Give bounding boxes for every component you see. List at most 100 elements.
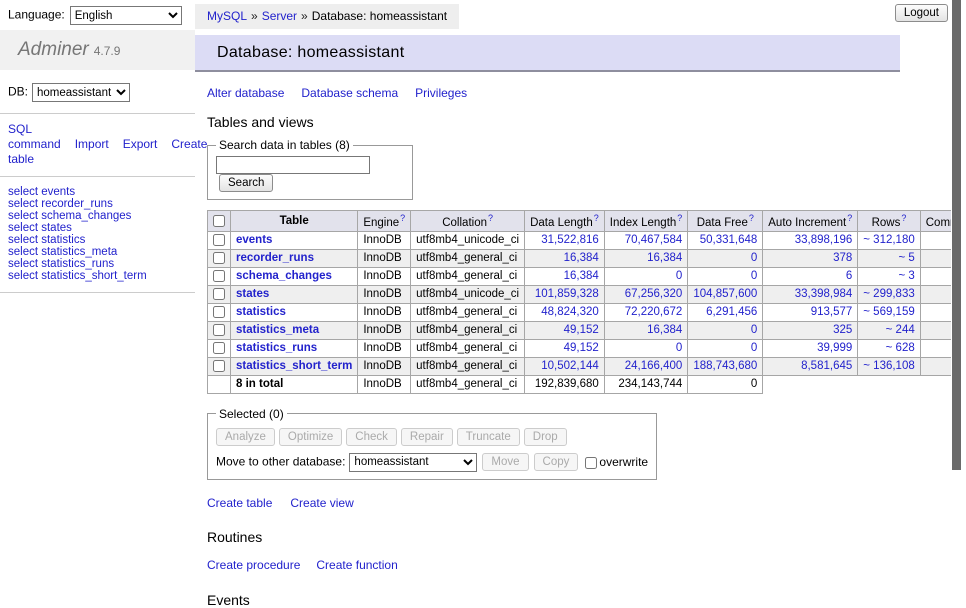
value-link[interactable]: ~ 3 <box>898 270 914 282</box>
optimize-button[interactable]: Optimize <box>279 428 342 446</box>
create-function-link[interactable]: Create function <box>316 558 397 572</box>
value-link[interactable]: 6 <box>846 270 852 282</box>
create-table-link[interactable]: Create table <box>207 496 272 510</box>
help-icon[interactable]: ? <box>488 213 493 223</box>
value-link[interactable]: 913,577 <box>811 306 853 318</box>
value-link[interactable]: 31,522,816 <box>541 234 599 246</box>
row-checkbox[interactable] <box>213 324 225 336</box>
value-link[interactable]: ~ 299,833 <box>863 288 914 300</box>
table-link-statistics-meta[interactable]: statistics_meta <box>236 324 319 336</box>
value-link[interactable]: 378 <box>833 252 852 264</box>
row-checkbox[interactable] <box>213 252 225 264</box>
value-link[interactable]: 49,152 <box>564 342 599 354</box>
value-link[interactable]: 0 <box>751 324 757 336</box>
copy-button[interactable]: Copy <box>534 453 579 471</box>
table-link-events[interactable]: events <box>236 234 272 246</box>
truncate-button[interactable]: Truncate <box>457 428 520 446</box>
table-link-schema-changes[interactable]: schema_changes <box>236 270 332 282</box>
value-link[interactable]: 325 <box>833 324 852 336</box>
value-link[interactable]: ~ 312,180 <box>863 234 914 246</box>
sidebar-select-statistics-meta[interactable]: select statistics_meta <box>8 246 195 258</box>
help-icon[interactable]: ? <box>749 213 754 223</box>
search-input[interactable] <box>216 156 370 174</box>
sidebar-select-schema-changes[interactable]: select schema_changes <box>8 210 195 222</box>
sidebar-select-states[interactable]: select states <box>8 222 195 234</box>
row-checkbox[interactable] <box>213 288 225 300</box>
analyze-button[interactable]: Analyze <box>216 428 275 446</box>
value-link[interactable]: 16,384 <box>647 324 682 336</box>
help-icon[interactable]: ? <box>901 213 906 223</box>
value-link[interactable]: 0 <box>751 270 757 282</box>
overwrite-checkbox[interactable] <box>585 457 597 469</box>
table-link-statistics[interactable]: statistics <box>236 306 286 318</box>
nav-privileges[interactable]: Privileges <box>415 86 467 100</box>
value-link[interactable]: ~ 244 <box>886 324 915 336</box>
sidebar-select-statistics[interactable]: select statistics <box>8 234 195 246</box>
value-link[interactable]: 188,743,680 <box>693 360 757 372</box>
value-link[interactable]: 70,467,584 <box>625 234 683 246</box>
table-link-recorder-runs[interactable]: recorder_runs <box>236 252 314 264</box>
overwrite-option[interactable]: overwrite <box>585 455 648 469</box>
value-link[interactable]: 48,824,320 <box>541 306 599 318</box>
value-link[interactable]: 101,859,328 <box>535 288 599 300</box>
repair-button[interactable]: Repair <box>401 428 453 446</box>
row-checkbox[interactable] <box>213 360 225 372</box>
app-version[interactable]: 4.7.9 <box>94 44 121 58</box>
sidebar-action-sql-command[interactable]: SQL command <box>8 122 61 151</box>
row-checkbox[interactable] <box>213 234 225 246</box>
value-link[interactable]: 39,999 <box>817 342 852 354</box>
value-link[interactable]: 10,502,144 <box>541 360 599 372</box>
value-link[interactable]: 0 <box>676 270 682 282</box>
value-link[interactable]: 104,857,600 <box>693 288 757 300</box>
value-link[interactable]: ~ 5 <box>898 252 914 264</box>
move-db-select[interactable]: homeassistant <box>349 453 477 472</box>
value-link[interactable]: 0 <box>751 252 757 264</box>
value-link[interactable]: 16,384 <box>564 252 599 264</box>
value-link[interactable]: 0 <box>676 342 682 354</box>
table-link-states[interactable]: states <box>236 288 269 300</box>
help-icon[interactable]: ? <box>847 213 852 223</box>
nav-alter-database[interactable]: Alter database <box>207 86 284 100</box>
value-link[interactable]: ~ 569,159 <box>863 306 914 318</box>
value-link[interactable]: ~ 136,108 <box>863 360 914 372</box>
table-link-statistics-runs[interactable]: statistics_runs <box>236 342 317 354</box>
value-link[interactable]: 49,152 <box>564 324 599 336</box>
scrollbar-thumb[interactable] <box>952 0 961 470</box>
sidebar-select-events[interactable]: select events <box>8 186 195 198</box>
help-icon[interactable]: ? <box>677 213 682 223</box>
value-link[interactable]: 16,384 <box>647 252 682 264</box>
table-link-statistics-short-term[interactable]: statistics_short_term <box>236 360 352 372</box>
help-icon[interactable]: ? <box>594 213 599 223</box>
help-icon[interactable]: ? <box>400 213 405 223</box>
row-checkbox[interactable] <box>213 306 225 318</box>
value-link[interactable]: 24,166,400 <box>625 360 683 372</box>
value-link[interactable]: 0 <box>751 342 757 354</box>
select-all-checkbox[interactable] <box>213 215 225 227</box>
scrollbar[interactable] <box>951 0 966 543</box>
nav-database-schema[interactable]: Database schema <box>301 86 398 100</box>
value-link[interactable]: 8,581,645 <box>801 360 852 372</box>
value-link[interactable]: 50,331,648 <box>700 234 758 246</box>
row-checkbox[interactable] <box>213 270 225 282</box>
create-procedure-link[interactable]: Create procedure <box>207 558 300 572</box>
breadcrumb-mysql[interactable]: MySQL <box>207 9 247 23</box>
drop-button[interactable]: Drop <box>524 428 567 446</box>
value-link[interactable]: 72,220,672 <box>625 306 683 318</box>
sidebar-select-statistics-short-term[interactable]: select statistics_short_term <box>8 270 195 282</box>
create-view-link[interactable]: Create view <box>290 496 353 510</box>
sidebar-action-export[interactable]: Export <box>123 137 158 151</box>
sidebar-select-recorder-runs[interactable]: select recorder_runs <box>8 198 195 210</box>
sidebar-select-statistics-runs[interactable]: select statistics_runs <box>8 258 195 270</box>
value-link[interactable]: 33,398,984 <box>795 288 853 300</box>
value-link[interactable]: 16,384 <box>564 270 599 282</box>
search-button[interactable]: Search <box>219 174 273 192</box>
value-link[interactable]: 33,898,196 <box>795 234 853 246</box>
move-button[interactable]: Move <box>482 453 528 471</box>
check-button[interactable]: Check <box>346 428 397 446</box>
value-link[interactable]: ~ 628 <box>886 342 915 354</box>
value-link[interactable]: 6,291,456 <box>706 306 757 318</box>
row-checkbox[interactable] <box>213 342 225 354</box>
sidebar-action-import[interactable]: Import <box>75 137 109 151</box>
breadcrumb-server[interactable]: Server <box>262 9 297 23</box>
db-select[interactable]: homeassistant <box>32 83 130 102</box>
